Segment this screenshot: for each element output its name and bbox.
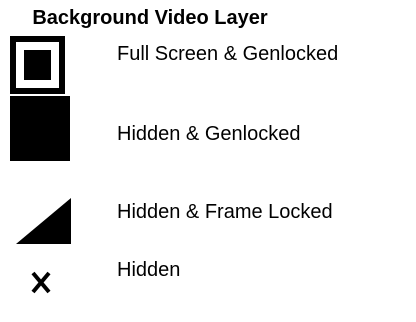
legend-label-hidden-genlocked: Hidden & Genlocked	[117, 123, 301, 145]
legend-title: Background Video Layer	[32, 7, 268, 29]
legend-item-frame-locked: Hidden & Frame Locked	[0, 190, 416, 260]
legend-label-frame-locked: Hidden & Frame Locked	[117, 201, 333, 223]
legend-label-hidden: Hidden	[117, 259, 181, 281]
framed-square-icon	[10, 36, 65, 94]
legend-label-full-screen: Full Screen & Genlocked	[117, 43, 339, 65]
legend-item-full-screen: Full Screen & Genlocked	[0, 30, 416, 100]
filled-square-icon	[10, 96, 70, 161]
legend-item-hidden-genlocked: Hidden & Genlocked	[0, 96, 416, 166]
x-icon	[31, 271, 51, 294]
triangle-icon	[16, 198, 71, 244]
legend-item-hidden: Hidden	[0, 252, 416, 322]
